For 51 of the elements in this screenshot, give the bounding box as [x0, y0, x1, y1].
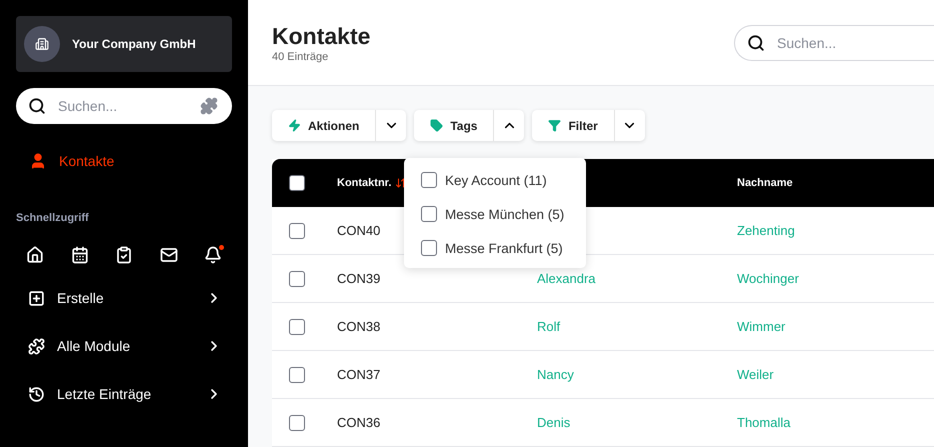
search-bar[interactable]: Suchen...: [734, 24, 934, 60]
nav-item[interactable]: Kontakte: [16, 152, 232, 170]
page-title: Kontakte: [272, 22, 370, 50]
table-cell-text: CON37: [337, 367, 382, 382]
filter-icon: [548, 119, 562, 132]
search-icon: [28, 97, 46, 115]
tag-checkbox[interactable]: [421, 172, 437, 188]
row-checkbox[interactable]: [289, 270, 305, 286]
table-cell-text: CON40: [337, 223, 382, 238]
tag-option[interactable]: Messe München (5): [404, 197, 586, 231]
select-all-checkbox[interactable]: [289, 175, 305, 191]
plus-square-icon: [28, 290, 45, 306]
calendar-button[interactable]: [70, 246, 88, 264]
search-input[interactable]: Suchen...: [775, 34, 934, 52]
mail-button[interactable]: [160, 246, 178, 264]
puzzle-icon[interactable]: [200, 97, 218, 115]
lightning-icon: [288, 119, 301, 132]
puzzle-icon: [28, 338, 45, 354]
history-icon: [28, 386, 45, 402]
tag-checkbox[interactable]: [421, 206, 437, 222]
home-button[interactable]: [26, 246, 44, 264]
bell-button[interactable]: [204, 246, 222, 264]
tag-checkbox[interactable]: [421, 240, 437, 256]
entry-count: 40 Einträge: [272, 50, 330, 62]
tag-label: Key Account (11): [445, 172, 547, 188]
building-icon: [35, 37, 49, 51]
company-switcher[interactable]: Your Company GmbH: [16, 16, 232, 72]
row-checkbox[interactable]: [289, 318, 305, 334]
clipboard-button[interactable]: [115, 246, 133, 264]
row-checkbox[interactable]: [289, 414, 305, 430]
menu-item[interactable]: Alle Module: [16, 322, 232, 370]
table-cell-text: CON36: [337, 415, 382, 430]
menu-item[interactable]: Erstelle: [16, 274, 232, 322]
column-header[interactable]: Nachname: [737, 177, 793, 189]
row-checkbox[interactable]: [289, 366, 305, 382]
row-checkbox[interactable]: [289, 222, 305, 238]
tag-option[interactable]: Key Account (11): [404, 163, 586, 197]
search-input[interactable]: Suchen...: [56, 97, 190, 115]
tag-label: Messe Frankfurt (5): [445, 240, 563, 256]
search-icon: [747, 34, 765, 52]
table-cell-text: CON38: [337, 319, 382, 334]
tag-option[interactable]: Messe Frankfurt (5): [404, 231, 586, 265]
person-icon: [29, 152, 47, 170]
company-name: Your Company GmbH: [72, 37, 196, 51]
section-title: Schnellzugriff: [16, 212, 90, 224]
tag-icon: [430, 119, 444, 132]
tag-label: Messe München (5): [445, 206, 564, 222]
table-cell-text: CON39: [337, 271, 382, 286]
column-header[interactable]: Kontaktnr.: [337, 177, 392, 189]
search-bar[interactable]: Suchen...: [16, 88, 232, 124]
menu-item[interactable]: Letzte Einträge: [16, 370, 232, 418]
